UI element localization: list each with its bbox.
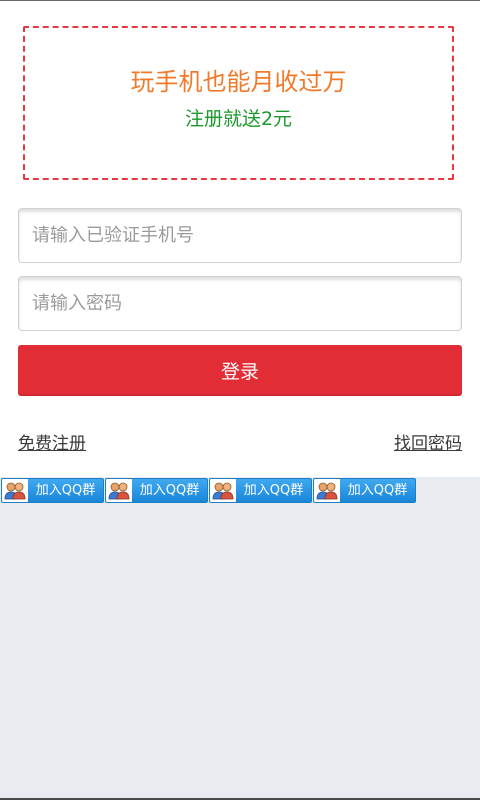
banner-subline: 注册就送2元 [184,108,293,130]
qq-group-icon [106,479,132,502]
phone-input[interactable] [18,208,462,263]
content-background [0,477,480,799]
qq-group-icon [210,479,236,502]
password-input[interactable] [18,276,462,331]
join-qq-group-label: 加入QQ群 [139,483,200,498]
login-button[interactable]: 登录 [18,345,462,396]
recover-password-link[interactable]: 找回密码 [394,432,462,456]
qq-group-icon [314,479,340,502]
join-qq-group-button[interactable]: 加入QQ群 [1,478,104,503]
join-qq-group-button[interactable]: 加入QQ群 [209,478,312,503]
join-qq-group-button[interactable]: 加入QQ群 [105,478,208,503]
join-qq-group-label: 加入QQ群 [35,483,96,498]
status-divider [0,0,480,1]
join-qq-group-button[interactable]: 加入QQ群 [313,478,416,503]
banner-headline: 玩手机也能月收过万 [130,68,347,96]
qq-group-icon [2,479,28,502]
promo-banner: 玩手机也能月收过万 注册就送2元 [23,26,454,180]
join-qq-group-label: 加入QQ群 [347,483,408,498]
register-link[interactable]: 免费注册 [18,432,86,456]
qq-group-buttons: 加入QQ群 加入QQ群 加入QQ群 加入QQ群 [1,478,417,505]
join-qq-group-label: 加入QQ群 [243,483,304,498]
